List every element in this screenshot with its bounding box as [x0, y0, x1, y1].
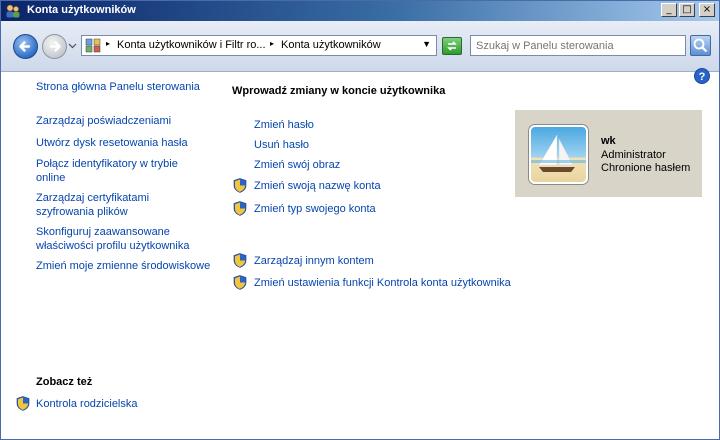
help-icon[interactable]: ?	[694, 68, 710, 84]
nav-link-create-reset-disk[interactable]: Utwórz dysk resetowania hasła	[36, 136, 211, 150]
task-change-account-type[interactable]: Zmień typ swojego konta	[254, 203, 376, 215]
breadcrumb-item-user-accounts[interactable]: Konta użytkowników	[281, 39, 381, 51]
nav-link-environment-variables[interactable]: Zmień moje zmienne środowiskowe	[36, 259, 216, 273]
control-panel-window: Konta użytkowników _ □ × ▸ Konta użytkow…	[0, 0, 720, 440]
user-name: wk	[601, 135, 616, 147]
nav-link-manage-certificates[interactable]: Zarządzaj certyfikatami szyfrowania plik…	[36, 191, 176, 219]
task-manage-another-account[interactable]: Zarządzaj innym kontem	[254, 255, 374, 267]
forward-button[interactable]	[42, 34, 67, 59]
minimize-button[interactable]: _	[661, 3, 677, 17]
task-change-picture[interactable]: Zmień swój obraz	[254, 159, 340, 171]
forward-arrow-icon	[49, 41, 61, 52]
search-input[interactable]	[476, 37, 682, 54]
task-remove-password[interactable]: Usuń hasło	[254, 139, 309, 151]
page-title: Wprowadź zmiany w koncie użytkownika	[232, 85, 446, 97]
title-bar[interactable]: Konta użytkowników _ □ ×	[1, 1, 719, 21]
back-button[interactable]	[13, 34, 38, 59]
refresh-button[interactable]	[442, 37, 462, 55]
users-icon	[6, 4, 20, 18]
search-button[interactable]	[690, 35, 711, 56]
address-dropdown-icon[interactable]: ▼	[422, 39, 431, 49]
content-area: ? Strona główna Panelu sterowania Zarząd…	[1, 68, 719, 439]
maximize-button[interactable]: □	[679, 3, 695, 17]
see-also-parental-controls[interactable]: Kontrola rodzicielska	[36, 398, 138, 410]
task-change-account-name[interactable]: Zmień swoją nazwę konta	[254, 180, 381, 192]
task-change-password[interactable]: Zmień hasło	[254, 119, 314, 131]
user-account-card: wk Administrator Chronione hasłem	[515, 110, 702, 197]
control-panel-icon	[85, 38, 101, 53]
search-box[interactable]	[470, 35, 686, 56]
user-password-status: Chronione hasłem	[601, 162, 691, 174]
breadcrumb-separator-icon[interactable]: ▸	[106, 39, 110, 48]
uac-shield-icon	[233, 253, 247, 268]
user-avatar[interactable]	[529, 125, 588, 184]
see-also-heading: Zobacz też	[36, 376, 93, 388]
uac-shield-icon	[233, 178, 247, 193]
nav-link-control-panel-home[interactable]: Strona główna Panelu sterowania	[36, 80, 211, 94]
breadcrumb-item-user-accounts-family[interactable]: Konta użytkowników i Filtr ro...	[117, 39, 266, 51]
uac-shield-icon	[16, 396, 30, 411]
back-arrow-icon	[19, 41, 31, 52]
search-icon	[693, 38, 708, 53]
uac-shield-icon	[233, 201, 247, 216]
breadcrumb-separator-icon[interactable]: ▸	[270, 39, 274, 48]
sailboat-picture-icon	[531, 134, 586, 172]
nav-link-manage-credentials[interactable]: Zarządzaj poświadczeniami	[36, 114, 211, 128]
task-uac-settings[interactable]: Zmień ustawienia funkcji Kontrola konta …	[254, 277, 511, 289]
refresh-icon	[447, 41, 457, 51]
window-title: Konta użytkowników	[27, 4, 136, 16]
close-button[interactable]: ×	[699, 3, 715, 17]
nav-link-link-online-ids[interactable]: Połącz identyfikatory w trybie online	[36, 157, 186, 185]
address-bar[interactable]: ▸ Konta użytkowników i Filtr ro... ▸ Kon…	[81, 35, 437, 56]
nav-link-advanced-profile[interactable]: Skonfiguruj zaawansowane właściwości pro…	[36, 225, 211, 253]
history-dropdown[interactable]	[68, 41, 78, 51]
uac-shield-icon	[233, 275, 247, 290]
user-role: Administrator	[601, 149, 666, 161]
chevron-down-icon	[68, 43, 77, 49]
navigation-bar: ▸ Konta użytkowników i Filtr ro... ▸ Kon…	[1, 21, 719, 72]
